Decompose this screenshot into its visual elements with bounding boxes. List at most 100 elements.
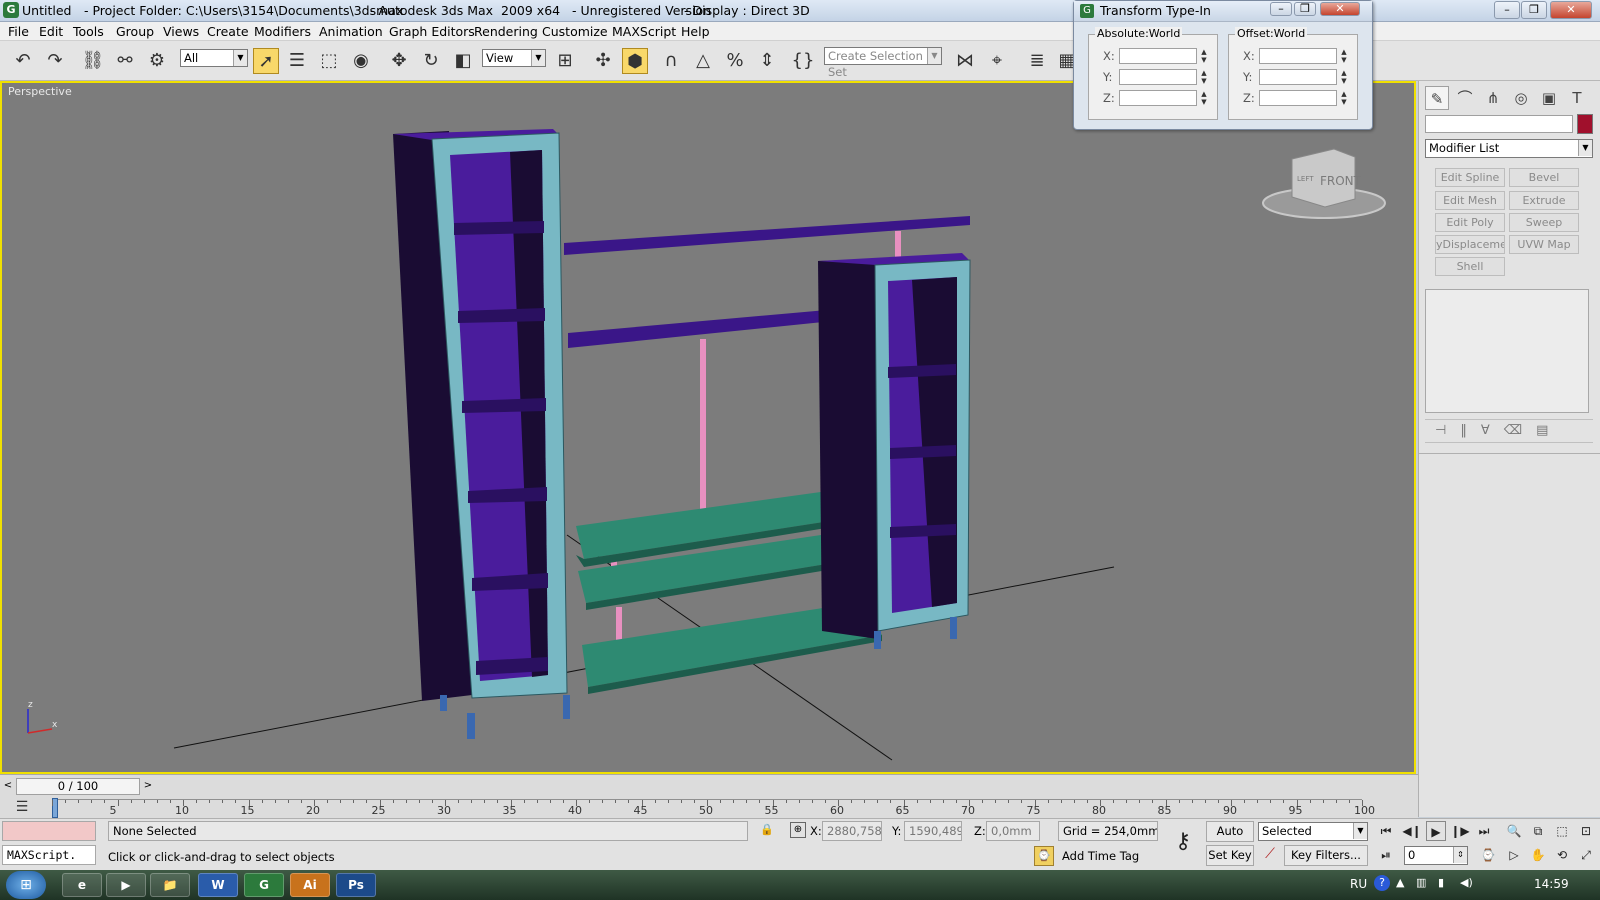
clock[interactable]: 14:59 (1534, 877, 1569, 891)
object-name-input[interactable] (1425, 115, 1573, 133)
absolute-z-input[interactable] (1119, 90, 1197, 106)
keyboard-shortcut-override-icon[interactable]: ⬢ (622, 48, 648, 74)
dialog-minimize-button[interactable]: – (1270, 2, 1292, 16)
utilities-tab-icon[interactable]: T (1565, 86, 1589, 110)
menu-maxscript[interactable]: MAXScript (612, 24, 676, 39)
spinner-icon[interactable]: ▲ ▼ (1339, 48, 1349, 64)
show-end-result-icon[interactable]: ‖ (1460, 423, 1481, 438)
y-coordinate-field[interactable]: 1590,489m (904, 821, 962, 841)
spinner-icon[interactable]: ▲ ▼ (1199, 48, 1209, 64)
dialog-maximize-button[interactable]: ❐ (1294, 2, 1316, 16)
angle-snap-icon[interactable]: △ (690, 48, 716, 74)
default-in-out-tangent-icon[interactable]: ⟋ (1260, 846, 1280, 866)
z-coordinate-field[interactable]: 0,0mm (986, 821, 1040, 841)
tray-arrow-icon[interactable]: ▲ (1396, 876, 1404, 889)
illustrator-icon[interactable]: Ai (290, 873, 330, 897)
menu-help[interactable]: Help (681, 24, 710, 39)
time-configuration-icon[interactable]: ⌚ (1478, 845, 1498, 865)
time-slider[interactable]: 0 / 100 (16, 778, 140, 795)
uvw-map-button[interactable]: UVW Map (1509, 235, 1579, 254)
previous-key-icon[interactable]: ◀❙ (1402, 821, 1422, 841)
menu-tools[interactable]: Tools (73, 24, 104, 39)
motion-tab-icon[interactable]: ◎ (1509, 86, 1533, 110)
set-key-button[interactable]: Set Key (1206, 845, 1254, 866)
offset-y-input[interactable] (1259, 69, 1337, 85)
language-indicator[interactable]: RU (1350, 877, 1367, 891)
named-selection-sets-dropdown[interactable]: Create Selection Set ▼ (824, 47, 942, 79)
unlink-selection-icon[interactable]: ⚯ (112, 48, 138, 74)
edit-named-selection-icon[interactable]: {} (790, 48, 816, 74)
rectangular-selection-icon[interactable]: ⬚ (316, 48, 342, 74)
edit-spline-button[interactable]: Edit Spline (1435, 168, 1505, 187)
mirror-icon[interactable]: ⋈ (952, 48, 978, 74)
key-mode-dropdown[interactable]: Selected ▼ (1258, 822, 1368, 841)
track-bar-toggle-icon[interactable]: ☰ (8, 799, 36, 817)
minimize-button[interactable]: – (1494, 1, 1520, 19)
menu-create[interactable]: Create (207, 24, 249, 39)
network-icon[interactable]: ▥ (1416, 876, 1426, 889)
spinner-icon[interactable]: ▲ ▼ (1339, 90, 1349, 106)
start-button-icon[interactable]: ⊞ (6, 871, 46, 899)
lock-icon[interactable]: 🔒 (760, 823, 774, 839)
current-frame-field[interactable]: 0 ⇕ (1404, 846, 1468, 865)
play-icon[interactable]: ▶ (1426, 821, 1446, 841)
spinner-icon[interactable]: ▲ ▼ (1199, 69, 1209, 85)
time-tag-icon[interactable]: ⌚ (1034, 846, 1054, 866)
layer-manager-icon[interactable]: ≣ (1024, 48, 1050, 74)
undo-icon[interactable]: ↶ (10, 48, 36, 74)
photoshop-icon[interactable]: Ps (336, 873, 376, 897)
zoom-icon[interactable]: 🔍 (1504, 821, 1524, 841)
volume-icon[interactable]: ◀) (1460, 876, 1473, 889)
go-to-start-icon[interactable]: ⏮ (1376, 821, 1396, 841)
percent-snap-icon[interactable]: % (722, 48, 748, 74)
explorer-icon[interactable]: 📁 (150, 873, 190, 897)
next-key-icon[interactable]: ❙▶ (1450, 821, 1470, 841)
pan-hand-icon[interactable]: ✋ (1528, 845, 1548, 865)
orbit-icon[interactable]: ⟲ (1552, 845, 1572, 865)
object-color-swatch[interactable] (1577, 114, 1593, 134)
next-frame-icon[interactable]: > (142, 778, 154, 794)
bind-to-space-warp-icon[interactable]: ⚙ (144, 48, 170, 74)
edit-mesh-button[interactable]: Edit Mesh (1435, 191, 1505, 210)
select-and-scale-icon[interactable]: ◧ (450, 48, 476, 74)
configure-modifier-sets-icon[interactable]: ▤ (1536, 423, 1562, 438)
extrude-button[interactable]: Extrude (1509, 191, 1579, 210)
maximize-button[interactable]: ❐ (1521, 1, 1547, 19)
spinner-icon[interactable]: ▲ ▼ (1339, 69, 1349, 85)
menu-modifiers[interactable]: Modifiers (254, 24, 311, 39)
pivot-point-center-icon[interactable]: ⊞ (552, 48, 578, 74)
sweep-button[interactable]: Sweep (1509, 213, 1579, 232)
create-tab-icon[interactable]: ✎ (1425, 86, 1449, 110)
media-player-icon[interactable]: ▶ (106, 873, 146, 897)
select-by-name-icon[interactable]: ☰ (284, 48, 310, 74)
modifier-stack[interactable] (1425, 289, 1589, 413)
menu-file[interactable]: File (8, 24, 29, 39)
add-time-tag[interactable]: Add Time Tag (1062, 846, 1139, 866)
spinner-icon[interactable]: ▲ ▼ (1199, 90, 1209, 106)
absolute-y-input[interactable] (1119, 69, 1197, 85)
menu-customize[interactable]: Customize (542, 24, 608, 39)
track-bar[interactable]: 5 10 15 20 25 30 35 40 45 50 55 60 65 70 75 80 85 90 95 100 (52, 798, 1375, 818)
offset-x-input[interactable] (1259, 48, 1337, 64)
bevel-button[interactable]: Bevel (1509, 168, 1579, 187)
shell-button[interactable]: Shell (1435, 257, 1505, 276)
make-unique-icon[interactable]: ∀ (1481, 423, 1504, 438)
select-and-link-icon[interactable]: ⛓ (80, 48, 106, 74)
perspective-viewport[interactable]: Perspective z x FRONT LEFT (0, 81, 1416, 774)
menu-edit[interactable]: Edit (39, 24, 63, 39)
pin-stack-icon[interactable]: ⊣ (1435, 423, 1460, 438)
selection-filter-dropdown[interactable]: All ▼ (180, 49, 248, 67)
select-object-icon[interactable]: ➚ (253, 48, 279, 74)
power-icon[interactable]: ▮ (1438, 876, 1444, 889)
maximize-viewport-icon[interactable]: ⤢ (1576, 845, 1596, 865)
previous-frame-icon[interactable]: < (2, 778, 14, 794)
field-of-view-icon[interactable]: ▷ (1504, 845, 1524, 865)
select-and-rotate-icon[interactable]: ↻ (418, 48, 444, 74)
align-icon[interactable]: ⌖ (984, 48, 1010, 74)
word-icon[interactable]: W (198, 873, 238, 897)
zoom-extents-icon[interactable]: ⬚ (1552, 821, 1572, 841)
key-mode-toggle-icon[interactable]: ⏯ (1376, 845, 1396, 865)
reference-coordinate-dropdown[interactable]: View ▼ (482, 49, 546, 67)
absolute-x-input[interactable] (1119, 48, 1197, 64)
remove-modifier-icon[interactable]: ⌫ (1504, 423, 1536, 438)
